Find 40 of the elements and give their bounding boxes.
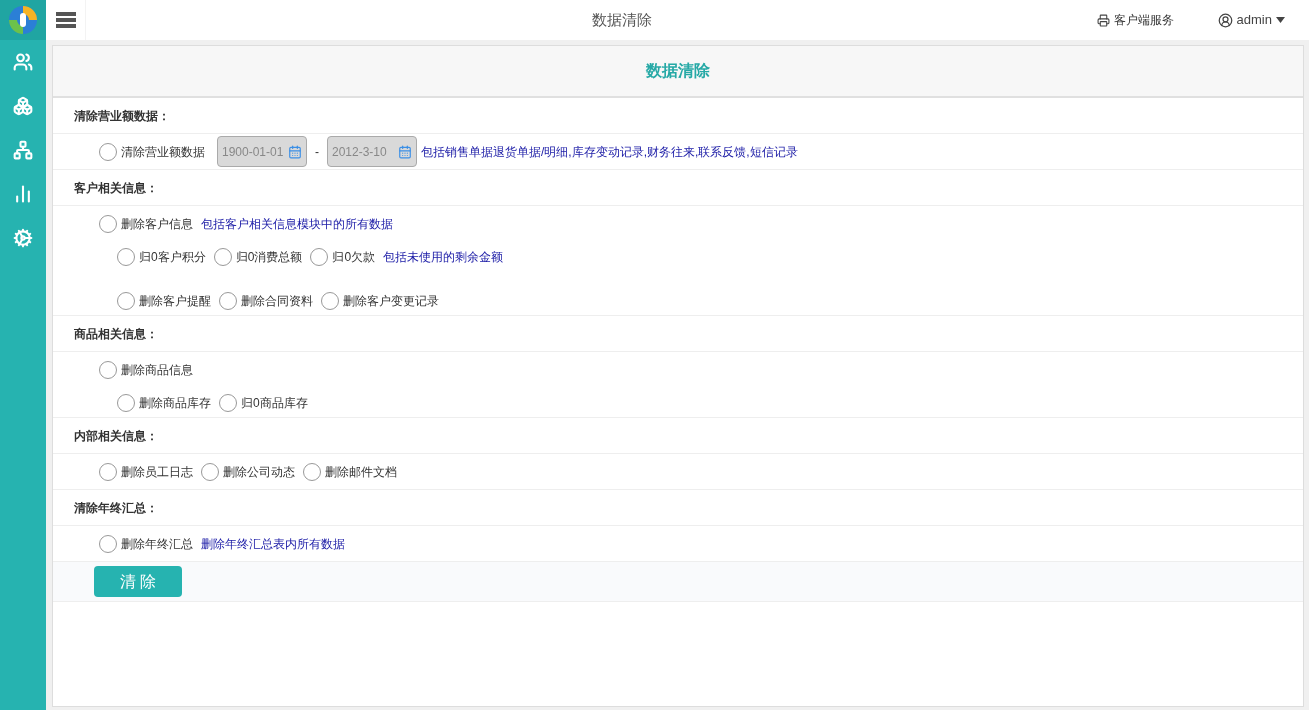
radio-option[interactable]: 归0欠款 bbox=[310, 248, 376, 266]
logo-icon bbox=[8, 5, 38, 35]
users-icon[interactable] bbox=[13, 52, 33, 72]
note-text: 包括未使用的剩余金额 bbox=[383, 249, 504, 266]
radio-option[interactable]: 删除商品库存 bbox=[117, 393, 211, 412]
cubes-icon[interactable] bbox=[13, 96, 33, 116]
radio-option[interactable]: 归0消费总额 bbox=[213, 248, 303, 266]
range-separator: - bbox=[315, 143, 319, 161]
section-title: 内部相关信息： bbox=[74, 427, 158, 445]
radio-option[interactable]: 删除员工日志 bbox=[99, 462, 193, 481]
section-title: 商品相关信息： bbox=[74, 325, 158, 343]
page-title: 数据清除 bbox=[592, 9, 653, 30]
service-link[interactable]: 客户端服务 bbox=[1096, 11, 1174, 29]
menu-icon[interactable] bbox=[55, 12, 76, 28]
note-text: 删除年终汇总表内所有数据 bbox=[201, 535, 345, 553]
user-menu[interactable]: admin bbox=[1217, 10, 1285, 30]
section-title: 清除营业额数据： bbox=[74, 107, 170, 125]
user-icon bbox=[1217, 12, 1233, 28]
radio-option[interactable]: 归0商品库存 bbox=[219, 393, 308, 412]
note-text: 包括客户相关信息模块中的所有数据 bbox=[201, 216, 393, 233]
section-title: 清除年终汇总： bbox=[74, 499, 158, 517]
calendar-icon bbox=[398, 144, 412, 159]
calendar-icon bbox=[288, 144, 302, 159]
sitemap-icon[interactable] bbox=[13, 140, 33, 160]
radio-option[interactable]: 删除公司动态 bbox=[201, 462, 295, 481]
section-title: 客户相关信息： bbox=[74, 179, 158, 197]
radio-option[interactable]: 删除邮件文档 bbox=[303, 462, 397, 481]
radio-option[interactable]: 清除营业额数据 bbox=[99, 142, 205, 161]
radio-option[interactable]: 删除客户变更记录 bbox=[321, 291, 439, 310]
radio-option[interactable]: 删除客户提醒 bbox=[117, 291, 211, 310]
printer-icon bbox=[1096, 13, 1110, 27]
radio-option[interactable]: 删除客户信息 bbox=[99, 215, 193, 233]
radio-option[interactable]: 删除合同资料 bbox=[219, 291, 313, 310]
bar-chart-icon[interactable] bbox=[13, 184, 33, 204]
caret-icon bbox=[1276, 17, 1285, 23]
radio-option[interactable]: 删除商品信息 bbox=[99, 361, 193, 379]
radio-option[interactable]: 归0客户积分 bbox=[117, 248, 206, 266]
radio-option[interactable]: 删除年终汇总 bbox=[99, 534, 193, 553]
note-text: 包括销售单据退货单据/明细,库存变动记录,财务往来,联系反馈,短信记录 bbox=[421, 143, 798, 161]
panel-title: 数据清除 bbox=[646, 61, 710, 81]
